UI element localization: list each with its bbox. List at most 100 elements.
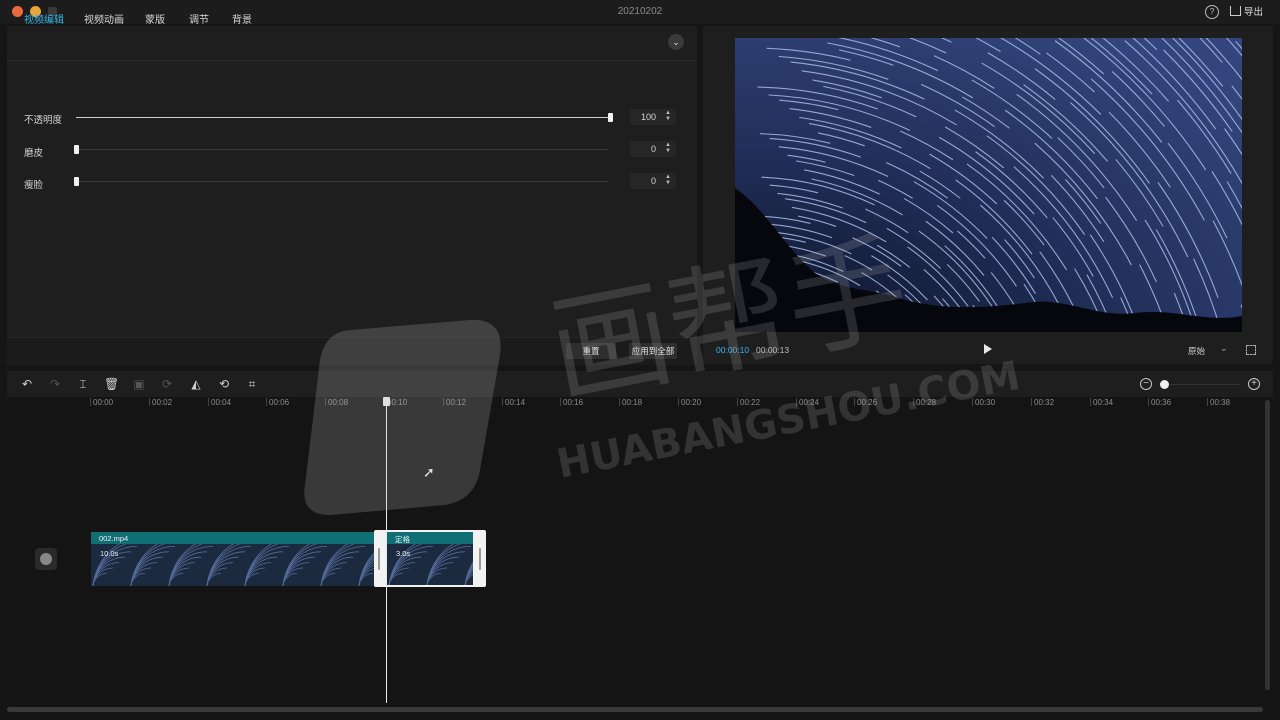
rotate-icon[interactable]: ⟲ (217, 377, 231, 391)
delete-icon[interactable]: 🗑 (104, 377, 119, 391)
fullscreen-icon[interactable] (1246, 345, 1256, 355)
ruler-tick-label: 00:06 (269, 398, 290, 407)
thumbnail-arc (168, 562, 196, 586)
ruler-tick-label: 00:24 (799, 398, 820, 407)
freeze-frame-icon[interactable]: ▣ (132, 377, 146, 391)
reverse-icon[interactable]: ⟳ (160, 377, 174, 391)
slim-face-stepper[interactable]: 0 ▲ ▼ (630, 173, 676, 189)
redo-icon[interactable]: ↷ (48, 377, 62, 391)
ruler-tick-label: 00:14 (505, 398, 526, 407)
ruler-tick-label: 00:12 (446, 398, 467, 407)
playhead-handle[interactable] (383, 397, 390, 406)
thumbnail-arc (130, 567, 152, 586)
ruler-tick (678, 398, 679, 406)
track-mute-button[interactable] (35, 548, 57, 570)
opacity-label: 不透明度 (24, 115, 63, 126)
smooth-skin-slider-track[interactable] (76, 149, 608, 150)
ruler-tick (854, 398, 855, 406)
ruler-tick (443, 398, 444, 406)
reset-button[interactable]: 重置 (566, 343, 616, 359)
clip-name: 定格 (395, 535, 410, 544)
ruler-tick-label: 00:02 (152, 398, 173, 407)
thumbnail-arc (130, 562, 158, 586)
chevron-down-icon[interactable]: ⌄ (668, 34, 684, 50)
stepper-arrows-icon[interactable]: ▲ ▼ (665, 110, 671, 122)
ruler-tick (737, 398, 738, 406)
clip-name: 002.mp4 (99, 534, 129, 543)
opacity-slider-track[interactable] (76, 117, 611, 118)
ruler-tick (913, 398, 914, 406)
ruler-tick-label: 00:38 (1210, 398, 1231, 407)
thumbnail-arc (282, 567, 304, 586)
tab-adjust[interactable]: 调节 (189, 11, 209, 26)
property-tabs (7, 26, 697, 61)
slim-face-label: 瘦脸 (24, 180, 44, 191)
ruler-tick (1090, 398, 1091, 406)
share-export-icon (1230, 6, 1241, 16)
ruler-tick (266, 398, 267, 406)
ruler-tick (90, 398, 91, 406)
smooth-skin-stepper[interactable]: 0 ▲ ▼ (630, 141, 676, 157)
clip-trim-handle-left[interactable] (378, 548, 380, 570)
ruler-tick (149, 398, 150, 406)
export-button[interactable]: 导出 (1230, 4, 1263, 20)
opacity-stepper[interactable]: 100 ▲ ▼ (630, 109, 676, 125)
stepper-arrows-icon[interactable]: ▲ ▼ (665, 174, 671, 186)
smooth-skin-slider-handle[interactable] (74, 145, 79, 154)
clip-trim-handle-right[interactable] (479, 548, 481, 570)
crop-icon[interactable]: ⌗ (245, 377, 259, 391)
ruler-tick (560, 398, 561, 406)
zoom-slider-track[interactable] (1170, 384, 1240, 385)
ruler-tick-label: 00:26 (857, 398, 878, 407)
split-icon[interactable]: ⌶ (76, 377, 90, 391)
total-time: 00:00:13 (756, 345, 790, 355)
thumbnail-arc (244, 567, 266, 586)
undo-icon[interactable]: ↶ (20, 377, 34, 391)
play-icon[interactable] (984, 344, 992, 354)
current-time: 00:00:10 (716, 345, 750, 355)
zoom-slider-handle[interactable] (1160, 380, 1169, 389)
slim-face-slider-handle[interactable] (74, 177, 79, 186)
ruler-tick (619, 398, 620, 406)
thumbnail-arc (244, 562, 272, 586)
horizontal-scrollbar[interactable] (7, 707, 1263, 712)
ruler-tick (1031, 398, 1032, 406)
clip-duration: 10.0s (100, 549, 119, 558)
tab-background[interactable]: 背景 (232, 11, 252, 26)
smooth-skin-label: 磨皮 (24, 148, 44, 159)
ruler-tick (1148, 398, 1149, 406)
question-circle-icon[interactable]: ? (1205, 5, 1219, 19)
slim-face-slider-track[interactable] (76, 181, 608, 182)
tab-video-edit[interactable]: 视频编辑 (24, 11, 64, 26)
playhead[interactable] (386, 398, 387, 703)
ruler-tick (796, 398, 797, 406)
ruler-tick (972, 398, 973, 406)
ruler-tick-label: 00:16 (563, 398, 584, 407)
export-label: 导出 (1244, 7, 1264, 18)
ruler-tick-label: 00:28 (916, 398, 937, 407)
ruler-tick (325, 398, 326, 406)
aspect-ratio-select[interactable]: 原始 (1188, 345, 1205, 357)
ruler-tick (208, 398, 209, 406)
thumbnail-arc (320, 567, 342, 586)
zoom-in-icon[interactable]: + (1248, 378, 1260, 390)
star-trails-image (735, 38, 1242, 332)
thumbnail-arc (206, 562, 234, 586)
ruler-tick-label: 00:18 (622, 398, 643, 407)
mouse-cursor-icon: ➚ (423, 464, 435, 480)
thumbnail-arc (168, 567, 190, 586)
mirror-icon[interactable]: ◭ (189, 377, 203, 391)
opacity-value: 100 (640, 112, 656, 122)
opacity-slider-handle[interactable] (608, 113, 613, 122)
ruler-tick-label: 00:04 (211, 398, 232, 407)
tab-mask[interactable]: 蒙版 (145, 11, 165, 26)
vertical-scrollbar[interactable] (1265, 400, 1270, 690)
tab-video-animation[interactable]: 视频动画 (84, 11, 124, 26)
stepper-arrows-icon[interactable]: ▲ ▼ (665, 142, 671, 154)
zoom-out-icon[interactable]: − (1140, 378, 1152, 390)
ruler-tick-label: 00:08 (328, 398, 349, 407)
chevron-down-icon[interactable]: ⌄ (1220, 343, 1228, 354)
apply-to-all-button[interactable]: 应用到全部 (629, 343, 677, 359)
thumbnail-arc (92, 562, 120, 586)
thumbnail-arc (206, 567, 228, 586)
